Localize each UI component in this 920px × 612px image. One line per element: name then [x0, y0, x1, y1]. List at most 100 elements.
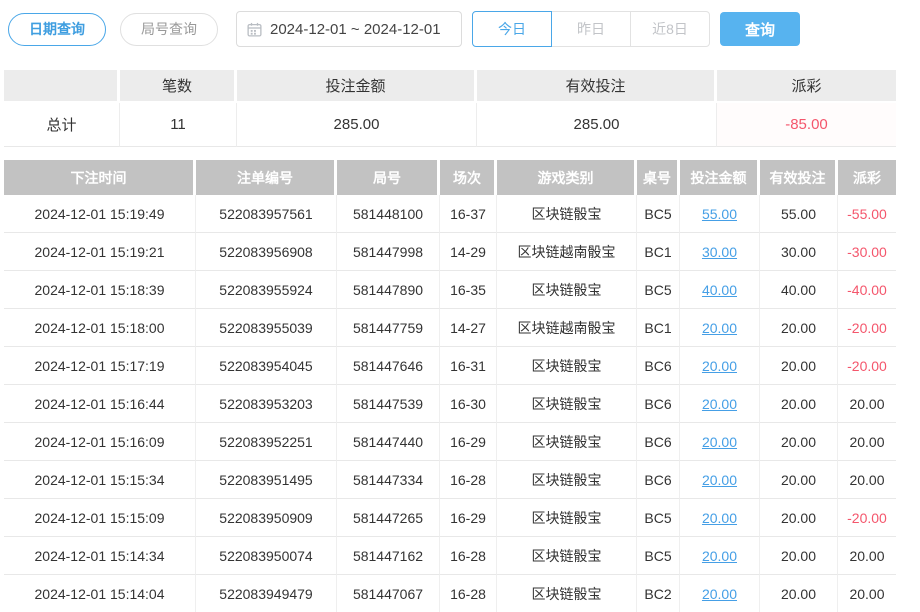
summary-valid-bet-value: 285.00 — [477, 103, 717, 147]
round-number-cell: 581447265 — [337, 499, 440, 537]
bet-amount-link[interactable]: 20.00 — [702, 396, 737, 412]
game-type-cell: 区块链骰宝 — [497, 423, 637, 461]
payout-cell: 20.00 — [838, 537, 896, 575]
table-number-cell: BC1 — [637, 233, 680, 271]
bet-amount-link[interactable]: 20.00 — [702, 548, 737, 564]
game-type-cell: 区块链骰宝 — [497, 461, 637, 499]
table-row: 2024-12-01 15:19:49522083957561581448100… — [4, 195, 896, 233]
round-query-tab[interactable]: 局号查询 — [120, 13, 218, 46]
bet-time-cell: 2024-12-01 15:15:34 — [4, 461, 196, 499]
search-button[interactable]: 查询 — [720, 12, 800, 46]
bet-amount-link[interactable]: 20.00 — [702, 586, 737, 602]
order-number-cell: 522083956908 — [196, 233, 337, 271]
bet-amount-cell: 20.00 — [680, 461, 760, 499]
payout-cell: 20.00 — [838, 461, 896, 499]
bet-amount-link[interactable]: 20.00 — [702, 320, 737, 336]
order-number-cell: 522083949479 — [196, 575, 337, 612]
bet-amount-cell: 20.00 — [680, 537, 760, 575]
session-cell: 16-28 — [440, 461, 497, 499]
payout-cell: 20.00 — [838, 385, 896, 423]
bet-amount-cell: 20.00 — [680, 575, 760, 612]
valid-bet-cell: 40.00 — [760, 271, 838, 309]
table-row: 2024-12-01 15:14:04522083949479581447067… — [4, 575, 896, 612]
payout-cell: 20.00 — [838, 423, 896, 461]
col-header-session: 场次 — [440, 160, 497, 195]
session-cell: 14-29 — [440, 233, 497, 271]
calendar-icon — [247, 22, 262, 37]
valid-bet-cell: 20.00 — [760, 309, 838, 347]
game-type-cell: 区块链骰宝 — [497, 537, 637, 575]
summary-header-empty — [4, 70, 120, 103]
payout-cell: -30.00 — [838, 233, 896, 271]
summary-table: 笔数 投注金额 有效投注 派彩 总计 11 285.00 285.00 -85.… — [4, 70, 896, 147]
session-cell: 14-27 — [440, 309, 497, 347]
date-range-input[interactable]: 2024-12-01 ~ 2024-12-01 — [236, 11, 462, 47]
session-cell: 16-29 — [440, 423, 497, 461]
game-type-cell: 区块链越南骰宝 — [497, 233, 637, 271]
table-number-cell: BC6 — [637, 385, 680, 423]
summary-bet-amount-value: 285.00 — [237, 103, 477, 147]
table-row: 2024-12-01 15:16:09522083952251581447440… — [4, 423, 896, 461]
bet-time-cell: 2024-12-01 15:18:00 — [4, 309, 196, 347]
bet-amount-link[interactable]: 40.00 — [702, 282, 737, 298]
round-number-cell: 581447334 — [337, 461, 440, 499]
round-number-cell: 581447539 — [337, 385, 440, 423]
bet-time-cell: 2024-12-01 15:17:19 — [4, 347, 196, 385]
summary-header-bet-amount: 投注金额 — [237, 70, 477, 103]
table-row: 2024-12-01 15:14:34522083950074581447162… — [4, 537, 896, 575]
col-header-valid-bet: 有效投注 — [760, 160, 838, 195]
filter-yesterday-button[interactable]: 昨日 — [551, 11, 631, 47]
round-number-cell: 581447759 — [337, 309, 440, 347]
bet-amount-link[interactable]: 20.00 — [702, 472, 737, 488]
payout-cell: -55.00 — [838, 195, 896, 233]
bet-amount-link[interactable]: 20.00 — [702, 510, 737, 526]
order-number-cell: 522083952251 — [196, 423, 337, 461]
table-row: 2024-12-01 15:16:44522083953203581447539… — [4, 385, 896, 423]
bet-amount-cell: 55.00 — [680, 195, 760, 233]
payout-cell: -40.00 — [838, 271, 896, 309]
table-number-cell: BC2 — [637, 575, 680, 612]
session-cell: 16-31 — [440, 347, 497, 385]
table-row: 2024-12-01 15:15:09522083950909581447265… — [4, 499, 896, 537]
order-number-cell: 522083950074 — [196, 537, 337, 575]
date-query-tab[interactable]: 日期查询 — [8, 13, 106, 46]
bet-time-cell: 2024-12-01 15:14:34 — [4, 537, 196, 575]
round-number-cell: 581447998 — [337, 233, 440, 271]
bet-time-cell: 2024-12-01 15:15:09 — [4, 499, 196, 537]
payout-cell: -20.00 — [838, 347, 896, 385]
bet-amount-link[interactable]: 20.00 — [702, 358, 737, 374]
bet-time-cell: 2024-12-01 15:16:44 — [4, 385, 196, 423]
date-range-value: 2024-12-01 ~ 2024-12-01 — [270, 21, 441, 38]
summary-header-row: 笔数 投注金额 有效投注 派彩 — [4, 70, 896, 103]
bet-amount-link[interactable]: 55.00 — [702, 206, 737, 222]
bet-amount-cell: 20.00 — [680, 423, 760, 461]
summary-count-value: 11 — [120, 103, 237, 147]
valid-bet-cell: 30.00 — [760, 233, 838, 271]
col-header-round-number: 局号 — [337, 160, 440, 195]
table-number-cell: BC6 — [637, 347, 680, 385]
order-number-cell: 522083950909 — [196, 499, 337, 537]
round-number-cell: 581447646 — [337, 347, 440, 385]
game-type-cell: 区块链骰宝 — [497, 575, 637, 612]
order-number-cell: 522083951495 — [196, 461, 337, 499]
summary-total-row: 总计 11 285.00 285.00 -85.00 — [4, 103, 896, 147]
bet-amount-link[interactable]: 30.00 — [702, 244, 737, 260]
filter-today-button[interactable]: 今日 — [472, 11, 552, 47]
valid-bet-cell: 20.00 — [760, 461, 838, 499]
table-number-cell: BC5 — [637, 195, 680, 233]
filter-last8days-button[interactable]: 近8日 — [630, 11, 710, 47]
summary-payout-value: -85.00 — [717, 103, 896, 147]
session-cell: 16-35 — [440, 271, 497, 309]
bet-amount-cell: 20.00 — [680, 499, 760, 537]
col-header-payout: 派彩 — [838, 160, 896, 195]
game-type-cell: 区块链骰宝 — [497, 499, 637, 537]
session-cell: 16-28 — [440, 575, 497, 612]
table-row: 2024-12-01 15:18:39522083955924581447890… — [4, 271, 896, 309]
game-type-cell: 区块链骰宝 — [497, 347, 637, 385]
round-number-cell: 581447162 — [337, 537, 440, 575]
col-header-order-number: 注单编号 — [196, 160, 337, 195]
bet-amount-cell: 20.00 — [680, 309, 760, 347]
bet-records-table: 下注时间 注单编号 局号 场次 游戏类别 桌号 投注金额 有效投注 派彩 202… — [4, 160, 896, 612]
valid-bet-cell: 20.00 — [760, 423, 838, 461]
bet-amount-link[interactable]: 20.00 — [702, 434, 737, 450]
